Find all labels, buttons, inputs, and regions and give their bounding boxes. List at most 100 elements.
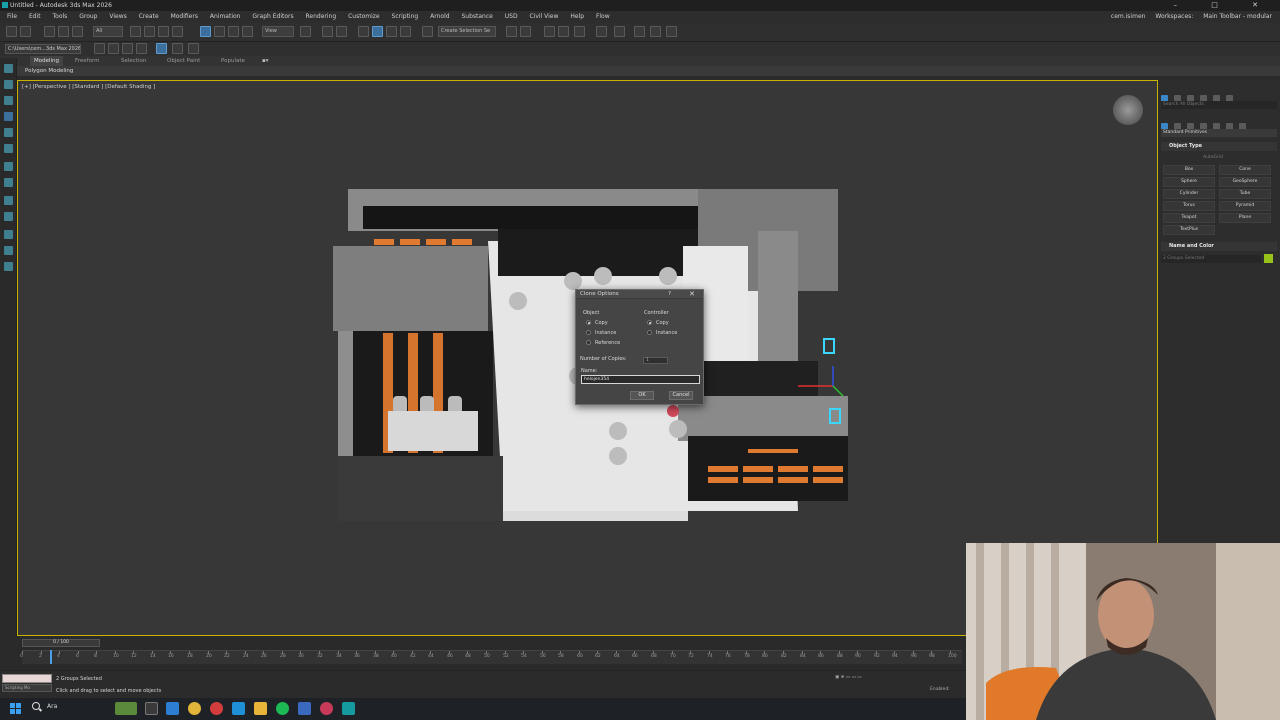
select-by-name-icon[interactable] xyxy=(144,26,155,37)
app-shortcut-icon[interactable] xyxy=(298,702,311,715)
clone-name-input[interactable]: helojen354 xyxy=(581,375,700,384)
windows-start-icon[interactable] xyxy=(10,703,21,714)
copies-spinner[interactable]: 1 xyxy=(643,357,668,364)
autogrid-checkbox[interactable]: AutoGrid xyxy=(1203,155,1223,160)
unlink-icon[interactable] xyxy=(58,26,69,37)
utilities-tab-icon[interactable] xyxy=(4,162,13,171)
cylinder-button[interactable]: Cylinder xyxy=(1163,189,1215,199)
minimize-button[interactable]: – xyxy=(1174,1,1194,9)
weather-widget-icon[interactable] xyxy=(115,702,137,715)
menu-scripting[interactable]: Scripting xyxy=(392,11,419,23)
window-crossing-icon[interactable] xyxy=(172,26,183,37)
teapot-button[interactable]: Teapot xyxy=(1163,213,1215,223)
time-slider[interactable]: 0 / 100 xyxy=(22,639,100,647)
reference-coordinate-select[interactable]: View xyxy=(262,26,294,37)
viewport-label[interactable]: [+] [Perspective ] [Standard ] [Default … xyxy=(22,84,155,90)
menu-file[interactable]: File xyxy=(7,11,17,23)
dialog-close-button[interactable]: ✕ xyxy=(689,290,695,299)
textplus-button[interactable]: TextPlus xyxy=(1163,225,1215,235)
dialog-help-button[interactable]: ? xyxy=(668,291,671,297)
toggle-scene-icon[interactable] xyxy=(188,43,199,54)
time-playhead[interactable] xyxy=(50,650,52,664)
hide-icon[interactable] xyxy=(4,212,13,221)
object-copy-radio[interactable] xyxy=(586,320,591,325)
track-bar[interactable]: 0 2 4 6 8 10 12 14 16 18 20 22 24 26 28 30 32 34 36 38 40 42 4… xyxy=(20,650,962,664)
select-tool-icon[interactable] xyxy=(4,112,13,121)
container-icon[interactable] xyxy=(4,262,13,271)
menu-flow[interactable]: Flow xyxy=(596,11,610,23)
object-name-input[interactable]: 2 Groups Selected xyxy=(1161,255,1261,263)
freeze-icon[interactable] xyxy=(4,196,13,205)
bind-space-warp-icon[interactable] xyxy=(72,26,83,37)
link-icon[interactable] xyxy=(44,26,55,37)
menu-modifiers[interactable]: Modifiers xyxy=(171,11,198,23)
menu-help[interactable]: Help xyxy=(570,11,584,23)
taskbar-search-label[interactable]: Ara xyxy=(47,703,57,710)
object-color-swatch[interactable] xyxy=(1264,254,1273,263)
redo-icon[interactable] xyxy=(20,26,31,37)
sphere-button[interactable]: Sphere xyxy=(1163,177,1215,187)
menu-graph-editors[interactable]: Graph Editors xyxy=(252,11,293,23)
workspace-select[interactable]: Main Toolbar - modular xyxy=(1203,13,1272,20)
keyboard-shortcut-icon[interactable] xyxy=(336,26,347,37)
select-and-move-icon[interactable] xyxy=(200,26,211,37)
close-window-button[interactable]: ✕ xyxy=(1252,1,1274,9)
object-type-rollout[interactable]: Object Type xyxy=(1161,142,1277,151)
menu-customize[interactable]: Customize xyxy=(348,11,380,23)
menu-usd[interactable]: USD xyxy=(505,11,518,23)
angle-snap-icon[interactable] xyxy=(372,26,383,37)
ribbon-options-icon[interactable]: ▪▾ xyxy=(262,56,269,66)
maxscript-listener[interactable] xyxy=(2,674,52,683)
menu-tools[interactable]: Tools xyxy=(53,11,68,23)
task-view-icon[interactable] xyxy=(145,702,158,715)
maxscript-mini-input[interactable]: Scripting Mo xyxy=(2,684,52,692)
status-tools-icons[interactable]: ▣ ⊕ ▭ ▭ ▭ xyxy=(835,675,862,680)
plane-button[interactable]: Plane xyxy=(1219,213,1271,223)
grid-icon[interactable] xyxy=(156,43,167,54)
edge-dev-icon[interactable] xyxy=(232,702,245,715)
torus-button[interactable]: Torus xyxy=(1163,201,1215,211)
select-and-rotate-icon[interactable] xyxy=(214,26,225,37)
project-folder-icon[interactable] xyxy=(136,43,147,54)
create-tab-icon[interactable] xyxy=(4,64,13,73)
select-and-scale-icon[interactable] xyxy=(228,26,239,37)
tab-populate[interactable]: Populate xyxy=(221,56,245,66)
hierarchy-tab-icon[interactable] xyxy=(4,96,13,105)
named-selection-set-select[interactable]: Create Selection Se xyxy=(438,26,496,37)
modify-tab-icon[interactable] xyxy=(4,80,13,89)
maximize-button[interactable]: □ xyxy=(1211,1,1234,9)
search-all-objects-input[interactable]: Search All Objects xyxy=(1161,101,1277,109)
spotify-icon[interactable] xyxy=(276,702,289,715)
select-object-icon[interactable] xyxy=(130,26,141,37)
select-and-place-icon[interactable] xyxy=(242,26,253,37)
box-button[interactable]: Box xyxy=(1163,165,1215,175)
toggle-ribbon-icon[interactable] xyxy=(574,26,585,37)
menu-arnold[interactable]: Arnold xyxy=(430,11,449,23)
menu-civil-view[interactable]: Civil View xyxy=(530,11,559,23)
percent-snap-icon[interactable] xyxy=(386,26,397,37)
save-file-icon[interactable] xyxy=(122,43,133,54)
layer-explorer-icon[interactable] xyxy=(558,26,569,37)
layer-icon[interactable] xyxy=(4,246,13,255)
snaps-toggle-icon[interactable] xyxy=(358,26,369,37)
user-account[interactable]: cem.isimen xyxy=(1111,13,1146,20)
tab-selection[interactable]: Selection xyxy=(121,56,146,66)
scene-explorer-icon[interactable] xyxy=(544,26,555,37)
3dsmax-taskbar-icon[interactable] xyxy=(342,702,355,715)
pivot-center-icon[interactable] xyxy=(300,26,311,37)
menu-animation[interactable]: Animation xyxy=(210,11,241,23)
menu-rendering[interactable]: Rendering xyxy=(306,11,337,23)
menu-edit[interactable]: Edit xyxy=(29,11,41,23)
display-tab-icon[interactable] xyxy=(4,144,13,153)
align-icon[interactable] xyxy=(520,26,531,37)
controller-copy-radio[interactable] xyxy=(647,320,652,325)
render-icon[interactable] xyxy=(666,26,677,37)
scene-states-icon[interactable] xyxy=(4,230,13,239)
file-explorer-icon[interactable] xyxy=(254,702,267,715)
motion-tab-icon[interactable] xyxy=(4,128,13,137)
cancel-button[interactable]: Cancel xyxy=(669,391,693,400)
spinner-snap-icon[interactable] xyxy=(400,26,411,37)
schematic-view-icon[interactable] xyxy=(614,26,625,37)
edit-named-selection-icon[interactable] xyxy=(422,26,433,37)
new-scene-icon[interactable] xyxy=(94,43,105,54)
